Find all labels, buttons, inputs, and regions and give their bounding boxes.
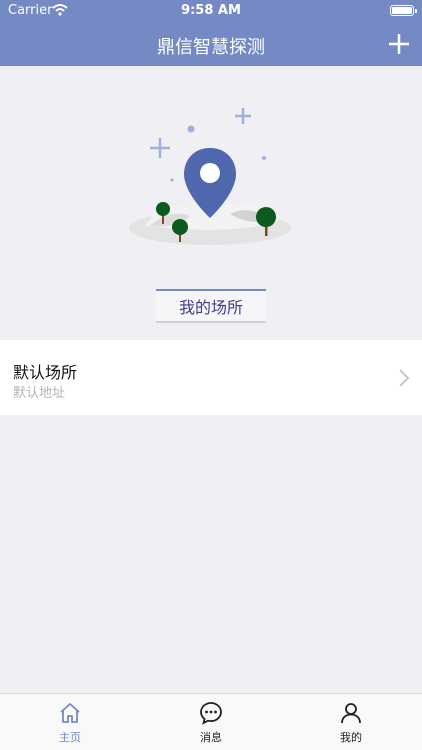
plus-icon[interactable] bbox=[386, 31, 412, 57]
tab-messages[interactable]: 消息 bbox=[141, 694, 281, 750]
page-title: 鼎信智慧探测 bbox=[157, 37, 265, 58]
tab-mine[interactable]: 我的 bbox=[281, 694, 421, 750]
status-time: 9:58 AM bbox=[181, 3, 241, 18]
status-bar: Carrier 9:58 AM bbox=[0, 0, 422, 22]
place-name: 默认场所 bbox=[13, 363, 78, 382]
tab-messages-label: 消息 bbox=[200, 731, 222, 744]
place-address: 默认地址 bbox=[13, 386, 66, 401]
place-list-item[interactable]: 默认场所 默认地址 bbox=[0, 340, 422, 415]
my-places-button[interactable]: 我的场所 bbox=[156, 289, 266, 323]
tab-mine-label: 我的 bbox=[340, 731, 362, 744]
tab-bar: 主页 消息 我的 bbox=[0, 693, 422, 750]
user-icon bbox=[341, 703, 361, 724]
home-icon bbox=[60, 703, 80, 723]
battery-icon bbox=[390, 5, 417, 16]
location-pin-illustration bbox=[129, 108, 291, 245]
tab-home-label: 主页 bbox=[59, 731, 81, 744]
chevron-right-icon bbox=[399, 369, 410, 387]
message-icon bbox=[200, 702, 222, 725]
tab-home[interactable]: 主页 bbox=[0, 694, 140, 750]
nav-bar: 鼎信智慧探测 bbox=[0, 22, 422, 66]
